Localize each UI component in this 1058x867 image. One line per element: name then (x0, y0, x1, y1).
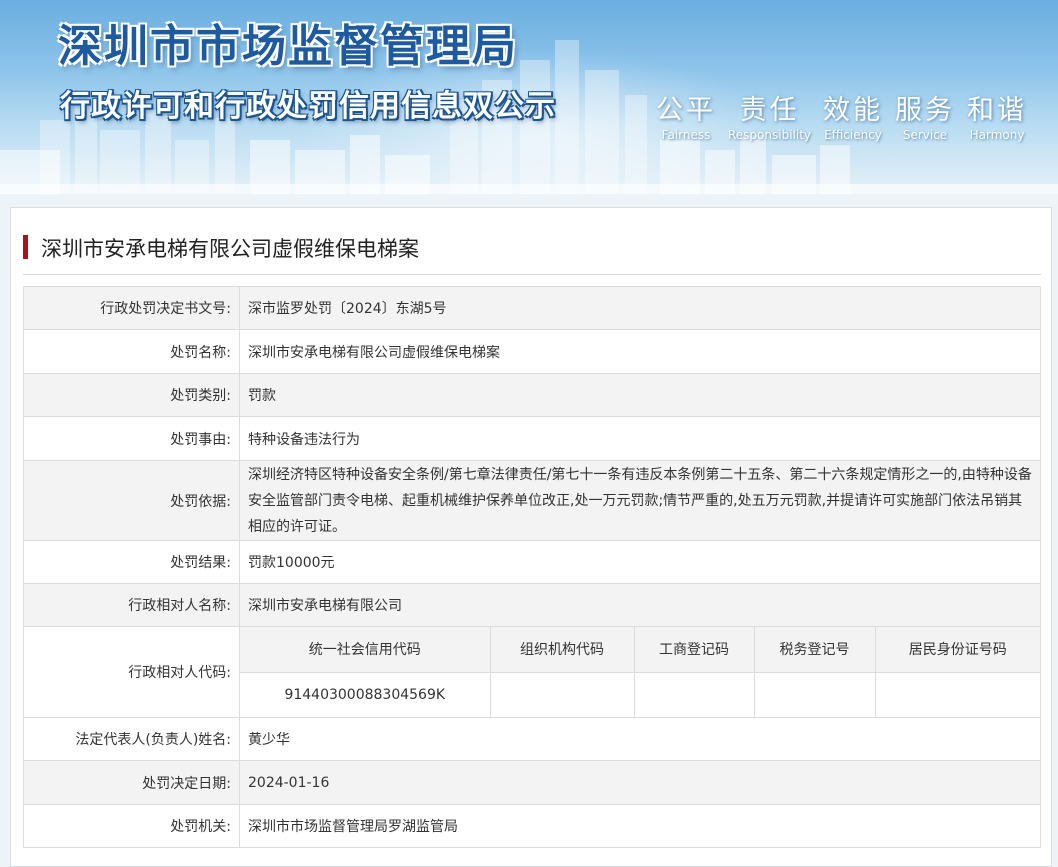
row-label: 行政处罚决定书文号: (23, 286, 240, 330)
penalty-type: 罚款 (239, 373, 1041, 417)
table-row: 处罚类别: 罚款 (23, 373, 1041, 417)
value-fairness: 公平 Fairness (656, 88, 716, 142)
value-cn: 效能 (823, 95, 884, 126)
legal-representative: 黄少华 (239, 717, 1041, 761)
penalty-name: 深圳市安承电梯有限公司虚假维保电梯案 (239, 329, 1041, 374)
case-title: 深圳市安承电梯有限公司虚假维保电梯案 (41, 237, 419, 261)
row-label: 处罚事由: (23, 416, 240, 461)
value-service: 服务 Service (895, 88, 955, 142)
table-row: 行政相对人名称: 深圳市安承电梯有限公司 (23, 583, 1041, 627)
table-row: 处罚名称: 深圳市安承电梯有限公司虚假维保电梯案 (23, 329, 1041, 374)
credit-code: 91440300088304569K (240, 671, 491, 717)
penalty-authority: 深圳市市场监督管理局罗湖监管局 (239, 804, 1041, 848)
core-values: 公平 Fairness 责任 Responsibility 效能 Efficie… (656, 88, 1039, 142)
title-accent-bar (23, 235, 28, 259)
row-label: 处罚名称: (23, 329, 240, 374)
code-header: 统一社会信用代码 (240, 627, 491, 673)
value-cn: 公平 (656, 95, 716, 126)
agency-title: 深圳市市场监督管理局 (58, 21, 518, 72)
row-label: 法定代表人(负责人)姓名: (23, 717, 240, 761)
case-title-header: 深圳市安承电梯有限公司虚假维保电梯案 (23, 235, 1041, 275)
table-row: 行政相对人代码: 统一社会信用代码 组织机构代码 工商登记码 税务登记号 居民身… (23, 626, 1041, 718)
penalty-info-table: 行政处罚决定书文号: 深市监罗处罚〔2024〕东湖5号 处罚名称: 深圳市安承电… (23, 286, 1041, 848)
row-label: 处罚依据: (23, 460, 240, 541)
org-code (489, 671, 635, 717)
value-en: Responsibility (728, 128, 812, 142)
code-header: 居民身份证号码 (874, 627, 1040, 673)
header-banner: 深圳市市场监督管理局 行政许可和行政处罚信用信息双公示 公平 Fairness … (0, 0, 1058, 194)
table-row: 处罚依据: 深圳经济特区特种设备安全条例/第七章法律责任/第七十一条有违反本条例… (23, 460, 1041, 541)
case-detail-panel: 深圳市安承电梯有限公司虚假维保电梯案 行政处罚决定书文号: 深市监罗处罚〔202… (10, 207, 1052, 867)
row-label: 行政相对人代码: (23, 626, 240, 718)
value-en: Harmony (969, 128, 1025, 142)
party-name: 深圳市安承电梯有限公司 (239, 583, 1041, 627)
decision-number: 深市监罗处罚〔2024〕东湖5号 (239, 286, 1041, 330)
row-label: 处罚决定日期: (23, 760, 240, 805)
code-header: 组织机构代码 (489, 627, 635, 673)
value-cn: 服务 (895, 95, 956, 126)
banner-subtitle: 行政许可和行政处罚信用信息双公示 (60, 89, 556, 124)
value-cn: 责任 (739, 95, 800, 126)
business-reg-code (633, 671, 755, 717)
code-header: 工商登记码 (633, 627, 755, 673)
id-number (874, 671, 1040, 717)
table-row: 处罚事由: 特种设备违法行为 (23, 416, 1041, 461)
tax-reg-code (753, 671, 876, 717)
penalty-reason: 特种设备违法行为 (239, 416, 1041, 461)
value-en: Efficiency (824, 128, 882, 142)
row-label: 处罚类别: (23, 373, 240, 417)
penalty-result: 罚款10000元 (239, 540, 1041, 584)
value-efficiency: 效能 Efficiency (823, 88, 883, 142)
code-value-row: 91440300088304569K (240, 671, 1040, 717)
value-responsibility: 责任 Responsibility (728, 88, 811, 142)
code-header: 税务登记号 (753, 627, 876, 673)
decision-date: 2024-01-16 (239, 760, 1041, 805)
table-row: 处罚结果: 罚款10000元 (23, 540, 1041, 584)
table-row: 行政处罚决定书文号: 深市监罗处罚〔2024〕东湖5号 (23, 286, 1041, 330)
value-cn: 和谐 (967, 95, 1028, 126)
table-row: 处罚机关: 深圳市市场监督管理局罗湖监管局 (23, 804, 1041, 848)
party-code-table: 统一社会信用代码 组织机构代码 工商登记码 税务登记号 居民身份证号码 9144… (240, 627, 1040, 717)
penalty-basis: 深圳经济特区特种设备安全条例/第七章法律责任/第七十一条有违反本条例第二十五条、… (239, 460, 1041, 541)
table-row: 法定代表人(负责人)姓名: 黄少华 (23, 717, 1041, 761)
row-label: 处罚结果: (23, 540, 240, 584)
value-en: Fairness (661, 128, 711, 142)
value-harmony: 和谐 Harmony (967, 88, 1027, 142)
row-label: 处罚机关: (23, 804, 240, 848)
row-label: 行政相对人名称: (23, 583, 240, 627)
code-header-row: 统一社会信用代码 组织机构代码 工商登记码 税务登记号 居民身份证号码 (240, 627, 1040, 673)
value-en: Service (902, 128, 948, 142)
party-code-cell: 统一社会信用代码 组织机构代码 工商登记码 税务登记号 居民身份证号码 9144… (239, 626, 1041, 718)
table-row: 处罚决定日期: 2024-01-16 (23, 760, 1041, 805)
